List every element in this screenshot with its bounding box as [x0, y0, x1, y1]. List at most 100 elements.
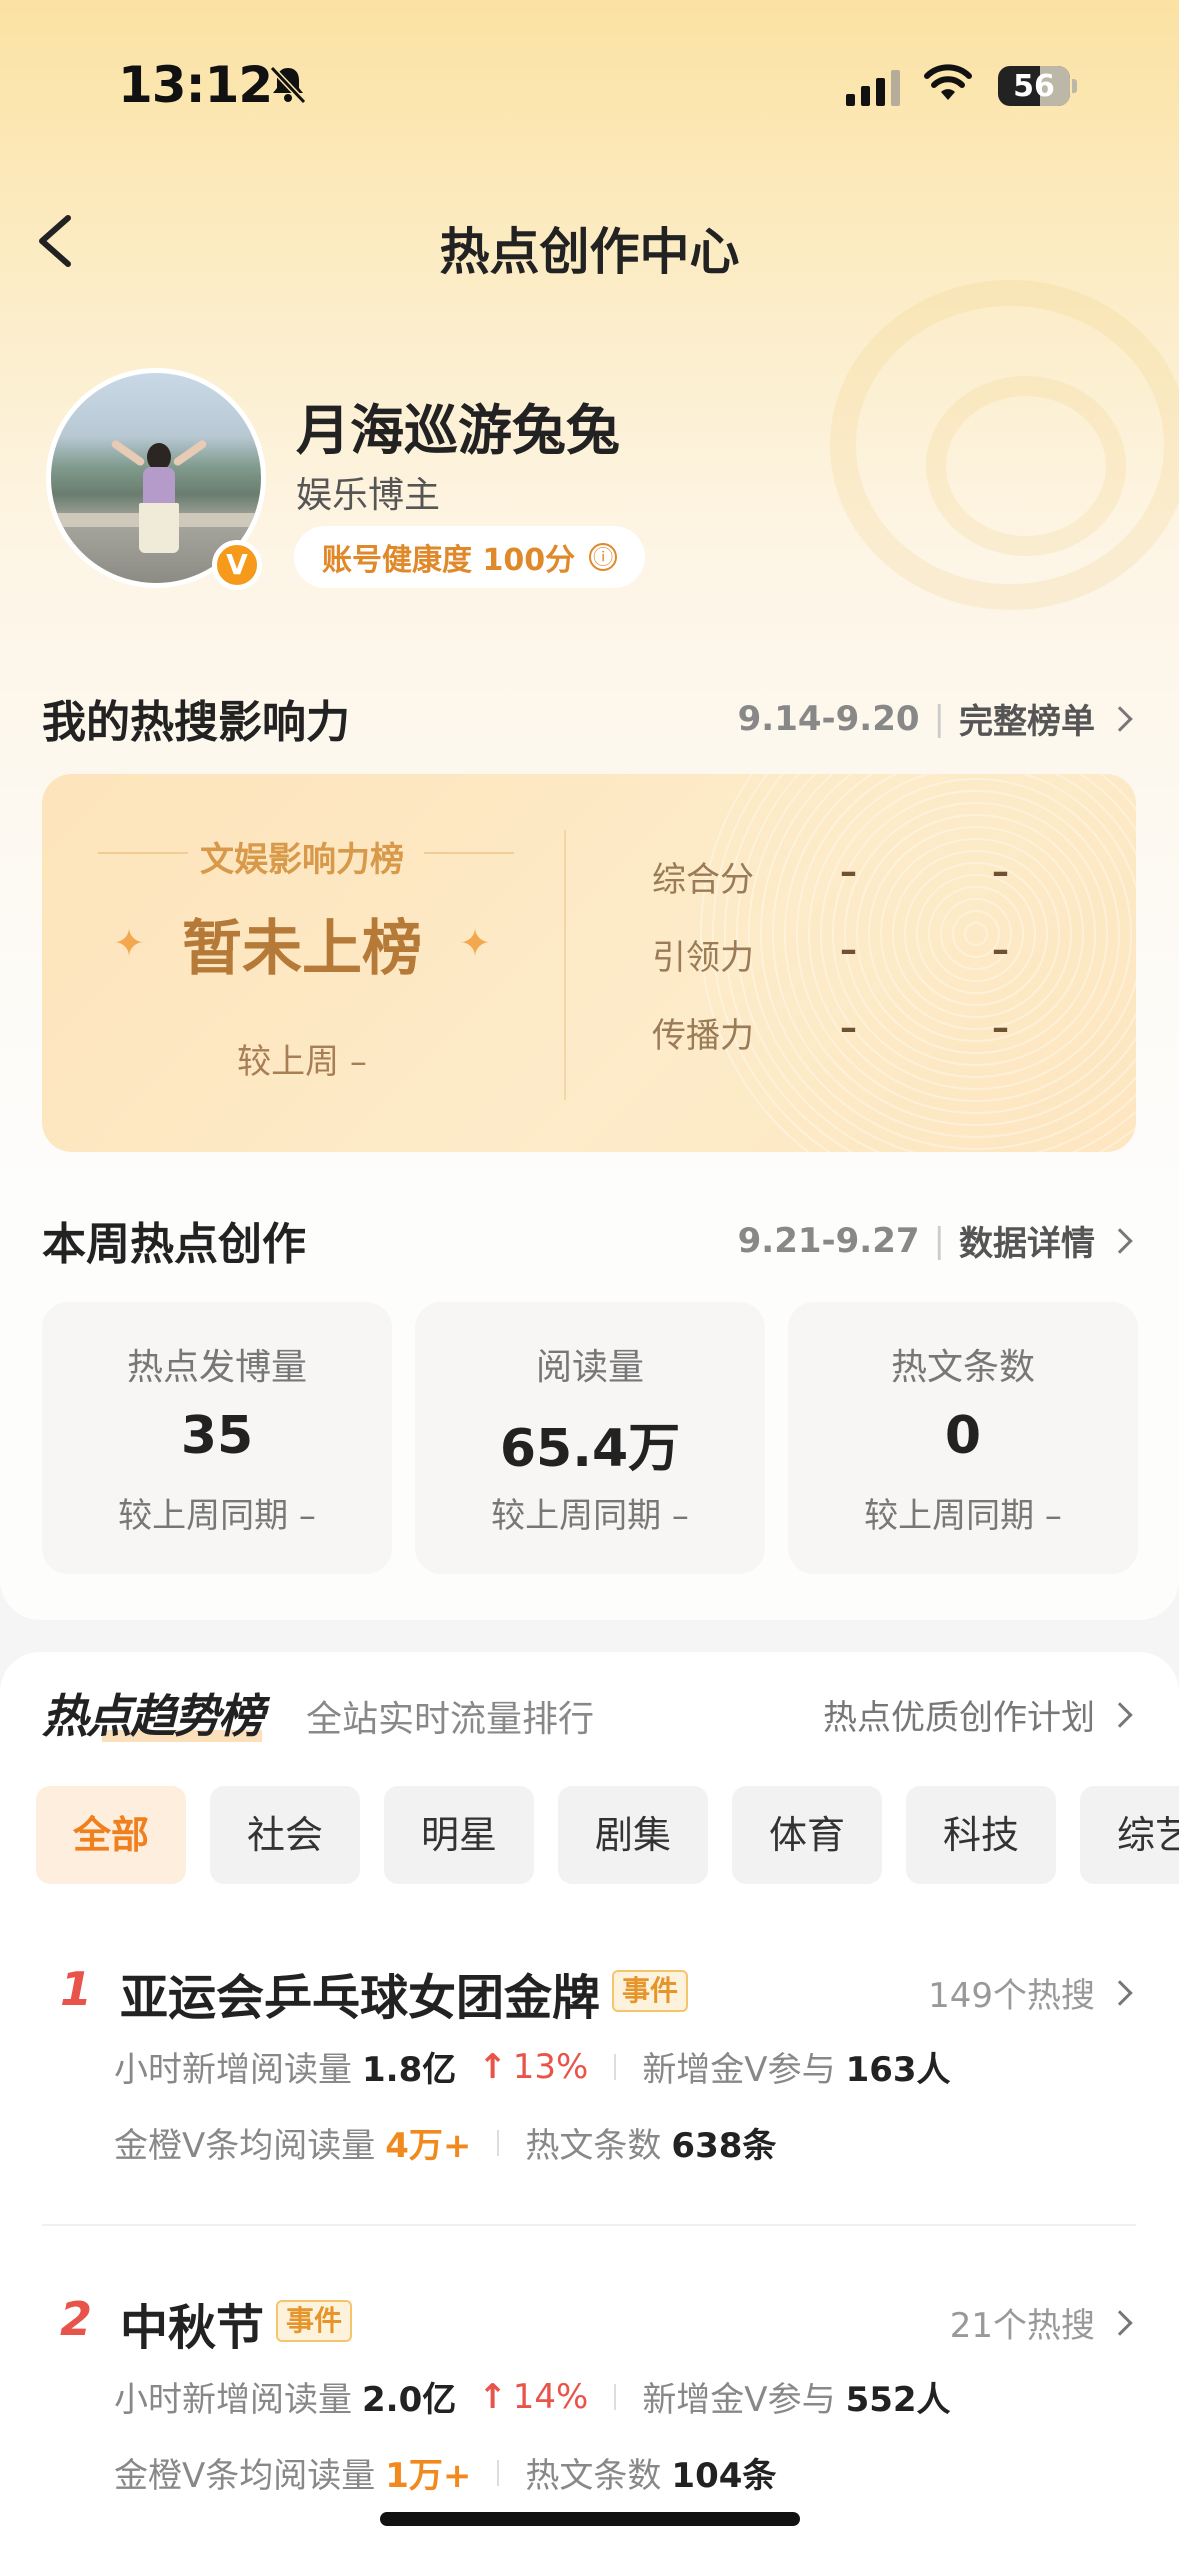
search-count-label: 149个热搜 [928, 1976, 1095, 2016]
hot-articles-value: 104条 [671, 2456, 777, 2496]
growth-up-icon: 13% [478, 2046, 589, 2087]
trend-title-text: 热点趋势榜 [42, 1689, 264, 1743]
stat-card-reads[interactable]: 阅读量 65.4万 较上周同期 – [415, 1302, 765, 1574]
stat-label: 热文条数 [890, 1347, 1035, 1388]
weekly-date-range: 9.21-9.27 [737, 1220, 920, 1261]
metric-label: 综合分 [652, 860, 754, 900]
hot-articles-label: 热文条数 [525, 2126, 662, 2166]
trend-rank: 1 [60, 1962, 93, 2016]
weibo-watermark-icon [830, 280, 1179, 610]
event-tag: 事件 [276, 2300, 353, 2342]
chevron-right-icon [1107, 2309, 1133, 2336]
gold-v-value: 552人 [845, 2380, 951, 2420]
trend-search-count[interactable]: 149个热搜 [928, 1968, 1133, 2017]
hourly-reads-value: 2.0亿 [362, 2380, 457, 2420]
separator: | [933, 698, 945, 739]
metric-value: – [840, 1008, 857, 1048]
trend-stats-row: 小时新增阅读量 2.0亿 14% 新增金V参与 552人 [114, 2372, 951, 2421]
event-tag: 事件 [612, 1970, 689, 2012]
full-ranking-link[interactable]: 9.14-9.20 | 完整榜单 [737, 694, 1133, 743]
gold-v-label: 新增金V参与 [642, 2380, 836, 2420]
stat-compare: 较上周同期 – [118, 1496, 316, 1536]
data-details-label: 数据详情 [959, 1224, 1095, 1264]
rank-board-label: 文娱影响力榜 [200, 840, 404, 880]
hourly-reads-value: 1.8亿 [362, 2050, 457, 2090]
metric-value: – [840, 930, 857, 970]
account-health-button[interactable]: 账号健康度 100分 ⓘ [294, 526, 646, 588]
stat-value: 0 [944, 1406, 982, 1466]
divider [564, 830, 566, 1100]
influence-date-range: 9.14-9.20 [737, 698, 920, 739]
trend-title: 热点趋势榜 [42, 1680, 264, 1746]
verified-badge-icon: V [212, 540, 262, 590]
metric-change: – [992, 1008, 1009, 1048]
stat-value: 35 [180, 1406, 254, 1466]
hourly-reads-label: 小时新增阅读量 [114, 2380, 352, 2420]
category-tabs: 全部 社会 明星 剧集 体育 科技 综艺 [36, 1786, 1179, 1884]
battery-icon: 56 [998, 66, 1078, 106]
info-icon: ⓘ [589, 543, 618, 571]
tab-society[interactable]: 社会 [210, 1786, 360, 1884]
metric-value: – [840, 852, 857, 892]
gold-v-label: 新增金V参与 [642, 2050, 836, 2090]
growth-value: 13% [512, 2046, 589, 2087]
hot-articles-value: 638条 [671, 2126, 777, 2166]
status-time: 13:12 [118, 56, 273, 114]
tab-tech[interactable]: 科技 [906, 1786, 1056, 1884]
stat-card-hot-articles[interactable]: 热文条数 0 较上周同期 – [788, 1302, 1138, 1574]
tab-celebrity[interactable]: 明星 [384, 1786, 534, 1884]
avg-reads-value: 4万+ [385, 2126, 472, 2166]
page-title: 热点创作中心 [439, 223, 740, 281]
trend-rank: 2 [60, 2292, 93, 2346]
stat-label: 阅读量 [535, 1347, 644, 1388]
weekly-section-title: 本周热点创作 [42, 1208, 306, 1272]
trend-title-text: 中秋节 [120, 2300, 265, 2356]
gold-v-value: 163人 [845, 2050, 951, 2090]
user-name: 月海巡游兔兔 [296, 399, 620, 462]
growth-up-icon: 14% [478, 2377, 589, 2417]
trend-stats-row: 金橙V条均阅读量 4万+ 热文条数 638条 [114, 2118, 776, 2167]
hourly-reads-label: 小时新增阅读量 [114, 2050, 352, 2090]
account-health-label: 账号健康度 100分 [322, 543, 576, 578]
hot-articles-label: 热文条数 [525, 2456, 662, 2496]
bell-muted-icon [269, 65, 307, 105]
chevron-right-icon [1107, 1227, 1133, 1254]
stat-label: 热点发博量 [126, 1347, 307, 1388]
divider [42, 2224, 1136, 2226]
home-indicator[interactable] [380, 2512, 800, 2526]
metric-change: – [992, 852, 1009, 892]
influence-card[interactable]: 文娱影响力榜 ✦ 暂未上榜 ✦ 较上周 – 综合分 – – 引领力 – – 传播… [42, 774, 1136, 1152]
separator: | [933, 1220, 945, 1261]
trend-title-text: 亚运会乒乓球女团金牌 [120, 1970, 601, 2026]
wifi-icon [924, 64, 972, 100]
chevron-right-icon [1107, 1979, 1133, 2006]
trend-stats-row: 金橙V条均阅读量 1万+ 热文条数 104条 [114, 2448, 776, 2497]
stat-compare: 较上周同期 – [864, 1496, 1062, 1536]
stat-card-posts[interactable]: 热点发博量 35 较上周同期 – [42, 1302, 392, 1574]
search-count-label: 21个热搜 [949, 2306, 1095, 2346]
influence-section-title: 我的热搜影响力 [42, 686, 350, 750]
quality-creation-label: 热点优质创作计划 [823, 1698, 1095, 1738]
metric-label: 传播力 [652, 1016, 754, 1056]
tab-all[interactable]: 全部 [36, 1786, 186, 1884]
avg-reads-value: 1万+ [385, 2456, 472, 2496]
data-details-link[interactable]: 9.21-9.27 | 数据详情 [737, 1216, 1133, 1265]
separator [614, 2383, 617, 2410]
tab-sports[interactable]: 体育 [732, 1786, 882, 1884]
cellular-signal-icon [846, 68, 900, 106]
tab-variety[interactable]: 综艺 [1080, 1786, 1179, 1884]
stat-compare: 较上周同期 – [491, 1496, 689, 1536]
trend-stats-row: 小时新增阅读量 1.8亿 13% 新增金V参与 163人 [114, 2042, 951, 2091]
chevron-right-icon [1107, 1701, 1133, 1728]
battery-level: 56 [1013, 69, 1055, 104]
trend-search-count[interactable]: 21个热搜 [949, 2298, 1133, 2347]
tab-drama[interactable]: 剧集 [558, 1786, 708, 1884]
sparkle-icon: ✦ [459, 921, 491, 965]
rank-compare: 较上周 – [237, 1042, 367, 1082]
user-role: 娱乐博主 [296, 475, 441, 516]
quality-creation-link[interactable]: 热点优质创作计划 [823, 1690, 1133, 1739]
metric-label: 引领力 [652, 938, 754, 978]
avg-reads-label: 金橙V条均阅读量 [114, 2126, 376, 2166]
trend-subtitle: 全站实时流量排行 [306, 1699, 595, 1740]
chevron-right-icon [1107, 705, 1133, 732]
